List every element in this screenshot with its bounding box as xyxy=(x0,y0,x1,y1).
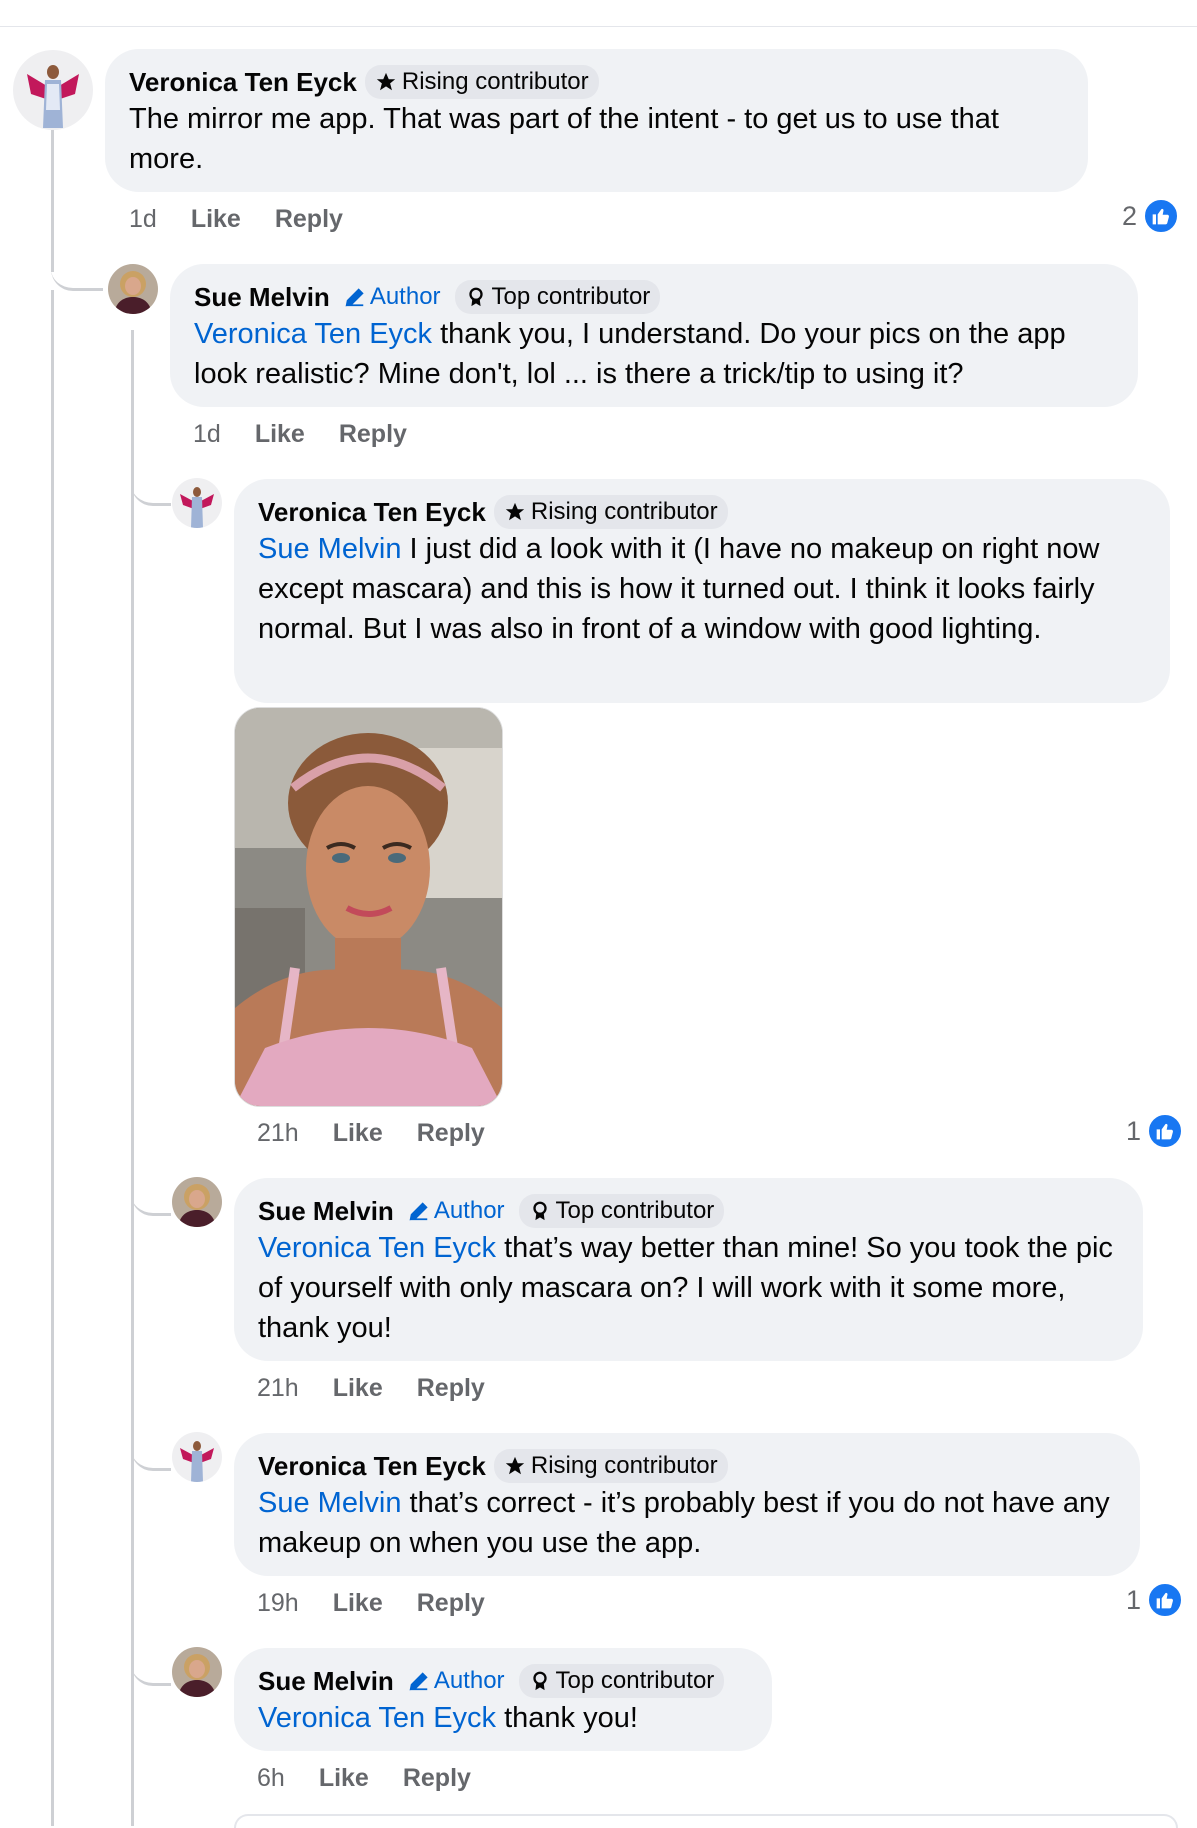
like-button[interactable]: Like xyxy=(333,1589,383,1618)
reply-button[interactable]: Reply xyxy=(417,1589,485,1618)
comment-actions: 19h Like Reply xyxy=(257,1589,485,1618)
comment-time[interactable]: 6h xyxy=(257,1764,285,1793)
comment-actions: 21h Like Reply xyxy=(257,1119,485,1148)
mention-link[interactable]: Veronica Ten Eyck xyxy=(258,1232,496,1264)
thread-connector xyxy=(131,1420,171,1471)
comment-bubble: Sue Melvin Author Top contributor Veroni… xyxy=(234,1648,772,1751)
comment-author[interactable]: Veronica Ten Eyck xyxy=(129,67,357,98)
avatar[interactable] xyxy=(108,264,158,314)
comment-text: The mirror me app. That was part of the … xyxy=(129,103,999,175)
comment-text: Veronica Ten Eyck thank you! xyxy=(258,1698,748,1738)
top-divider xyxy=(0,26,1197,27)
award-icon xyxy=(468,287,483,307)
comment-text: Veronica Ten Eyck thank you, I understan… xyxy=(194,314,1114,394)
reaction-number: 1 xyxy=(1126,1584,1142,1615)
comment-text: Veronica Ten Eyck that’s way better than… xyxy=(258,1228,1119,1348)
comment-actions: 1d Like Reply xyxy=(129,205,343,234)
award-icon xyxy=(532,1201,547,1221)
reply-button[interactable]: Reply xyxy=(417,1119,485,1148)
mention-link[interactable]: Sue Melvin xyxy=(258,533,401,565)
comment-time[interactable]: 21h xyxy=(257,1119,299,1148)
comment-time[interactable]: 1d xyxy=(129,205,157,234)
thread-line xyxy=(51,290,54,1826)
reply-button[interactable]: Reply xyxy=(275,205,343,234)
avatar[interactable] xyxy=(172,1647,222,1697)
reply-button[interactable]: Reply xyxy=(417,1374,485,1403)
pencil-icon xyxy=(409,1672,428,1691)
comment-author[interactable]: Veronica Ten Eyck xyxy=(258,497,486,528)
comment-time[interactable]: 21h xyxy=(257,1374,299,1403)
comment-time[interactable]: 1d xyxy=(193,420,221,449)
like-button[interactable]: Like xyxy=(191,205,241,234)
pencil-icon xyxy=(409,1202,428,1221)
thread-connector xyxy=(131,1165,171,1216)
reply-button[interactable]: Reply xyxy=(339,420,407,449)
award-icon xyxy=(532,1671,547,1691)
comment-actions: 21h Like Reply xyxy=(257,1374,485,1403)
author-badge[interactable]: Author xyxy=(338,280,447,314)
comment-body: thank you! xyxy=(496,1702,638,1734)
author-tag: Author xyxy=(369,283,441,310)
reaction-number: 1 xyxy=(1126,1115,1142,1146)
badge-label: Top contributor xyxy=(491,283,651,310)
comment-author[interactable]: Sue Melvin xyxy=(258,1666,394,1697)
star-icon xyxy=(505,502,525,521)
avatar[interactable] xyxy=(13,50,93,130)
badge-label: Rising contributor xyxy=(530,498,718,525)
comment-time[interactable]: 19h xyxy=(257,1589,299,1618)
like-button[interactable]: Like xyxy=(255,420,305,449)
thread-connector xyxy=(131,455,171,506)
badge-label: Rising contributor xyxy=(530,1452,718,1479)
comment-actions: 6h Like Reply xyxy=(257,1764,471,1793)
author-badge[interactable]: Author xyxy=(402,1194,511,1228)
mention-link[interactable]: Veronica Ten Eyck xyxy=(194,318,432,350)
comment-bubble: Veronica Ten Eyck Rising contributor The… xyxy=(105,49,1088,192)
top-contributor-badge[interactable]: Top contributor xyxy=(518,1664,725,1698)
badge-label: Top contributor xyxy=(555,1197,715,1224)
star-icon xyxy=(376,72,396,91)
like-reaction-icon xyxy=(1147,1582,1184,1618)
comment-bubble: Veronica Ten Eyck Rising contributor Sue… xyxy=(234,1433,1140,1576)
author-tag: Author xyxy=(433,1667,505,1694)
thread-connector xyxy=(51,250,103,291)
comment-text: Sue Melvin that’s correct - it’s probabl… xyxy=(258,1483,1116,1563)
avatar[interactable] xyxy=(172,478,222,528)
comment-author[interactable]: Sue Melvin xyxy=(258,1196,394,1227)
like-reaction-icon xyxy=(1143,198,1180,234)
reaction-number: 2 xyxy=(1122,200,1138,231)
top-contributor-badge[interactable]: Top contributor xyxy=(454,280,661,314)
attached-photo[interactable] xyxy=(234,707,503,1107)
rising-contributor-badge[interactable]: Rising contributor xyxy=(364,65,599,99)
comment-author[interactable]: Sue Melvin xyxy=(194,282,330,313)
like-reaction-icon xyxy=(1147,1113,1184,1149)
like-button[interactable]: Like xyxy=(319,1764,369,1793)
pencil-icon xyxy=(345,288,364,307)
comment-actions: 1d Like Reply xyxy=(193,420,407,449)
comment-bubble: Sue Melvin Author Top contributor Veroni… xyxy=(170,264,1138,407)
reaction-count[interactable]: 1 xyxy=(1126,1582,1184,1618)
badge-label: Rising contributor xyxy=(401,68,589,95)
thread-line xyxy=(131,330,134,1826)
badge-label: Top contributor xyxy=(555,1667,715,1694)
reply-button[interactable]: Reply xyxy=(403,1764,471,1793)
like-button[interactable]: Like xyxy=(333,1374,383,1403)
mention-link[interactable]: Veronica Ten Eyck xyxy=(258,1702,496,1734)
star-icon xyxy=(505,1456,525,1475)
comment-text: Sue Melvin I just did a look with it (I … xyxy=(258,529,1146,649)
comment-bubble: Veronica Ten Eyck Rising contributor Sue… xyxy=(234,479,1170,703)
author-badge[interactable]: Author xyxy=(402,1664,511,1698)
avatar[interactable] xyxy=(172,1432,222,1482)
like-button[interactable]: Like xyxy=(333,1119,383,1148)
rising-contributor-badge[interactable]: Rising contributor xyxy=(493,1449,728,1483)
reaction-count[interactable]: 1 xyxy=(1126,1113,1184,1149)
rising-contributor-badge[interactable]: Rising contributor xyxy=(493,495,728,529)
thread-connector xyxy=(131,1635,171,1686)
avatar[interactable] xyxy=(172,1177,222,1227)
mention-link[interactable]: Sue Melvin xyxy=(258,1487,401,1519)
comment-author[interactable]: Veronica Ten Eyck xyxy=(258,1451,486,1482)
author-tag: Author xyxy=(433,1197,505,1224)
reaction-count[interactable]: 2 xyxy=(1122,198,1180,234)
top-contributor-badge[interactable]: Top contributor xyxy=(518,1194,725,1228)
comment-bubble: Sue Melvin Author Top contributor Veroni… xyxy=(234,1178,1143,1361)
